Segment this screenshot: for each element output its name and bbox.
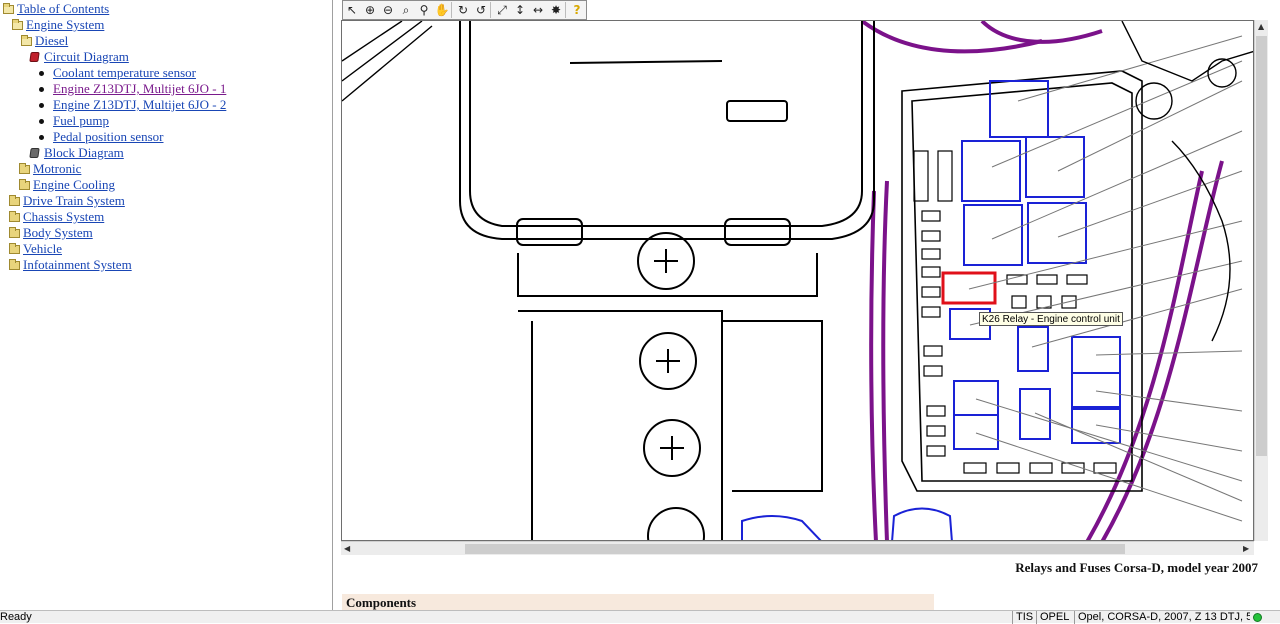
zoom-icon[interactable]: ⌕	[397, 1, 415, 19]
relays	[741, 80, 1121, 540]
tree-item-infotainment-system[interactable]: Infotainment System	[9, 257, 132, 273]
tree-item-label[interactable]: Motronic	[33, 161, 81, 177]
pointer-icon[interactable]: ↖	[343, 1, 361, 19]
tree-item-engine-z13dtj-2[interactable]: Engine Z13DTJ, Multijet 6JO - 2	[37, 97, 226, 113]
hotspot-tooltip: K26 Relay - Engine control unit	[979, 312, 1123, 326]
tree-item-drive-train-system[interactable]: Drive Train System	[9, 193, 125, 209]
folder-open-icon	[21, 34, 32, 46]
folder-icon	[19, 162, 30, 174]
tree-item-label[interactable]: Diesel	[35, 33, 68, 49]
horizontal-scroll-thumb[interactable]	[465, 544, 1125, 554]
fit-height-icon[interactable]: ↕	[511, 1, 529, 19]
status-panel-brand: OPEL	[1036, 611, 1074, 624]
battery-cover	[459, 21, 875, 540]
book-red-icon	[29, 52, 40, 62]
folder-icon	[9, 258, 20, 270]
bullet-icon	[39, 134, 44, 140]
fuse-box-drawing[interactable]	[342, 21, 1254, 541]
tree-item-label[interactable]: Pedal position sensor	[53, 129, 164, 145]
k26-relay-highlight[interactable]	[941, 271, 997, 305]
tree-item-label[interactable]: Drive Train System	[23, 193, 125, 209]
help-icon[interactable]: ?	[568, 1, 586, 19]
tree-item-label[interactable]: Engine Z13DTJ, Multijet 6JO - 1	[53, 81, 226, 97]
tree-item-diesel[interactable]: Diesel	[21, 33, 68, 49]
hotspot-icon[interactable]: ✸	[547, 1, 565, 19]
diagram-viewer[interactable]: K26 Relay - Engine control unit	[341, 20, 1254, 541]
scroll-up-icon[interactable]: ▲	[1258, 22, 1264, 31]
fuse-box-housing	[901, 70, 1143, 492]
diagram-pane: ↖ ⊕ ⊖ ⌕ ⚲ ✋ ↻ ↺ ⤢ ↕ ↔ ✸ ? K26 Relay - En…	[334, 0, 1280, 610]
fit-all-icon[interactable]: ⤢	[493, 1, 511, 19]
zoom-out-icon[interactable]: ⊖	[379, 1, 397, 19]
tree-item-label[interactable]: Coolant temperature sensor	[53, 65, 196, 81]
folder-icon	[9, 194, 20, 206]
scroll-right-icon[interactable]: ▶	[1243, 544, 1249, 553]
connection-status-icon	[1253, 613, 1262, 622]
tree-item-label[interactable]: Engine System	[26, 17, 104, 33]
tree-item-label[interactable]: Engine Cooling	[33, 177, 115, 193]
tree-item-fuel-pump[interactable]: Fuel pump	[37, 113, 109, 129]
status-panel-vehicle: Opel, CORSA-D, 2007, Z 13 DTJ, 5-MT	[1074, 611, 1250, 624]
tree-item-pedal-position-sensor[interactable]: Pedal position sensor	[37, 129, 164, 145]
status-bar: Ready TIS OPEL Opel, CORSA-D, 2007, Z 13…	[0, 610, 1280, 624]
book-dark-icon	[29, 148, 40, 158]
scroll-left-icon[interactable]: ◀	[344, 544, 350, 553]
tree-item-motronic[interactable]: Motronic	[19, 161, 81, 177]
leader-lines	[968, 35, 1243, 522]
bullet-icon	[39, 70, 44, 76]
screw-terminals	[637, 232, 705, 540]
tree-item-block-diagram[interactable]: Block Diagram	[29, 145, 124, 161]
status-panel-tis: TIS	[1012, 611, 1036, 624]
folder-icon	[9, 226, 20, 238]
tree-item-label[interactable]: Circuit Diagram	[44, 49, 129, 65]
tree-item-engine-z13dtj-1[interactable]: Engine Z13DTJ, Multijet 6JO - 1	[37, 81, 226, 97]
fit-width-icon[interactable]: ↔	[529, 1, 547, 19]
tree-item-label[interactable]: Table of Contents	[17, 1, 109, 17]
tree-item-label[interactable]: Engine Z13DTJ, Multijet 6JO - 2	[53, 97, 226, 113]
tree-item-label[interactable]: Fuel pump	[53, 113, 109, 129]
folder-open-icon	[3, 2, 14, 14]
tree-item-engine-cooling[interactable]: Engine Cooling	[19, 177, 115, 193]
tree-item-chassis-system[interactable]: Chassis System	[9, 209, 104, 225]
tree-item-table-of-contents[interactable]: Table of Contents	[3, 1, 109, 17]
folder-icon	[19, 178, 30, 190]
tree-item-body-system[interactable]: Body System	[9, 225, 93, 241]
viewer-toolbar: ↖ ⊕ ⊖ ⌕ ⚲ ✋ ↻ ↺ ⤢ ↕ ↔ ✸ ?	[342, 0, 587, 20]
tree-item-label[interactable]: Vehicle	[23, 241, 62, 257]
zoom-window-icon[interactable]: ⚲	[415, 1, 433, 19]
folder-icon	[9, 242, 20, 254]
pan-hand-icon[interactable]: ✋	[433, 1, 451, 19]
tree-item-label[interactable]: Body System	[23, 225, 93, 241]
zoom-in-icon[interactable]: ⊕	[361, 1, 379, 19]
bullet-icon	[39, 118, 44, 124]
folder-icon	[9, 210, 20, 222]
tree-item-label[interactable]: Infotainment System	[23, 257, 132, 273]
tree-item-engine-system[interactable]: Engine System	[12, 17, 104, 33]
vertical-scrollbar[interactable]: ▲	[1254, 20, 1268, 541]
tree-item-vehicle[interactable]: Vehicle	[9, 241, 62, 257]
tree-item-label[interactable]: Chassis System	[23, 209, 104, 225]
tree-item-circuit-diagram[interactable]: Circuit Diagram	[29, 49, 129, 65]
tree-item-coolant-temperature-sensor[interactable]: Coolant temperature sensor	[37, 65, 196, 81]
bullet-icon	[39, 102, 44, 108]
folder-open-icon	[12, 18, 23, 30]
tree-item-label[interactable]: Block Diagram	[44, 145, 124, 161]
bullet-icon	[39, 86, 44, 92]
rotate-right-icon[interactable]: ↻	[454, 1, 472, 19]
diagram-title: Relays and Fuses Corsa-D, model year 200…	[1015, 560, 1258, 575]
table-of-contents-tree: Table of Contents Engine System Diesel C…	[0, 0, 333, 610]
engine-components	[342, 21, 1253, 342]
components-heading: Components	[342, 594, 934, 610]
vertical-scroll-thumb[interactable]	[1256, 36, 1267, 456]
horizontal-scrollbar[interactable]: ◀ ▶	[341, 541, 1254, 555]
rotate-left-icon[interactable]: ↺	[472, 1, 490, 19]
status-ready-text: Ready	[0, 611, 32, 623]
